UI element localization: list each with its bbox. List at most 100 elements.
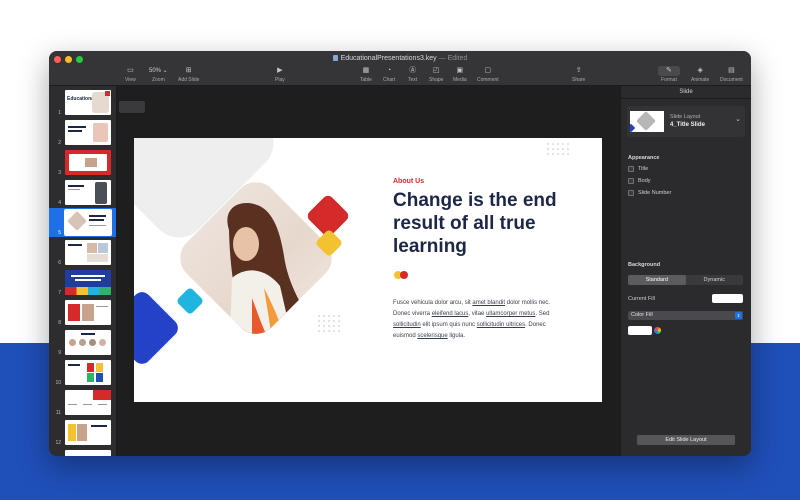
slide-preview [65,120,111,145]
body-checkbox[interactable]: Body [628,178,651,184]
layout-label: Slide Layout [670,114,701,120]
text-button[interactable]: Ⓐ Text [408,66,417,83]
media-label: Media [453,77,467,83]
share-button[interactable]: ⇪ Share [572,66,585,83]
title-checkbox[interactable]: Title [628,166,648,172]
document-button[interactable]: ▤ Document [720,66,743,83]
thumb-line [75,279,101,281]
slide-preview [65,150,111,175]
slide-thumbnail[interactable]: 8 [49,298,116,327]
slide-thumbnail[interactable]: 10 [49,358,116,387]
background-mode-segmented[interactable]: Standard Dynamic [628,275,743,285]
animate-icon: ◈ [697,67,703,74]
slide-number-checkbox[interactable]: Slide Number [628,190,671,196]
slide-thumbnail[interactable]: 7 [49,268,116,297]
slide-thumbnail[interactable]: 2 [49,118,116,147]
chart-button[interactable]: ◔ Chart [383,66,395,83]
shape-button[interactable]: ◰ Shape [429,66,443,83]
current-fill-swatch[interactable] [712,294,743,303]
paintbrush-icon: ✎ [658,66,680,76]
table-label: Table [360,77,372,83]
slide-thumbnail[interactable]: 1 Educational [49,88,116,117]
add-slide-icon: ⊞ [185,67,192,74]
current-slide[interactable]: About Us Change is the end result of all… [134,138,602,402]
slide-preview [65,270,111,295]
thumb-block [68,304,80,321]
comment-icon: ▢ [484,67,492,74]
body-run-underlined: scelerisque [417,333,448,339]
thumb-line [68,185,84,187]
body-run-underlined: amet blandit [472,300,506,306]
fill-type-value: Color Fill [631,312,653,318]
dot-grid-bottom [318,315,340,332]
thumb-line [68,130,82,132]
chart-label: Chart [383,77,396,83]
thumb-block [87,363,94,372]
segment-standard[interactable]: Standard [628,275,686,285]
slide-preview [65,300,111,325]
format-button[interactable]: ✎ Format [658,66,680,83]
eyebrow-label[interactable]: About Us [393,178,424,185]
media-button[interactable]: ▣ Media [453,66,467,83]
thumb-block [96,363,103,372]
color-wheel-icon[interactable] [654,327,661,334]
thumb-line [89,225,106,226]
slide-canvas[interactable]: About Us Change is the end result of all… [117,86,620,456]
add-slide-button[interactable]: ⊞ Add Slide [178,66,199,83]
inspector-tab-slide[interactable]: Slide [621,86,751,99]
play-label: Play [275,77,285,83]
body-run: elit ipsum quis nunc [420,322,477,328]
slide-headline[interactable]: Change is the end result of all true lea… [393,189,593,258]
thumb-block [87,373,94,382]
fill-type-select[interactable]: Color Fill ⇕ [628,311,743,320]
slide-thumbnail-selected[interactable]: 5 [49,208,116,237]
layout-value: 4_Title Slide [670,122,705,128]
document-settings-icon: ▤ [728,67,735,74]
thumb-block [68,424,76,441]
slide-thumbnail[interactable]: 12 [49,418,116,447]
animate-label: Animate [691,77,710,83]
comment-button[interactable]: ▢ Comment [477,66,499,83]
animate-button[interactable]: ◈ Animate [691,66,709,83]
play-icon: ▶ [277,67,283,74]
slide-number: 11 [55,410,61,416]
thumb-avatar [79,339,86,346]
view-button[interactable]: ▭ View [125,66,136,83]
slide-number: 10 [55,380,61,386]
format-label: Format [661,77,677,83]
checkbox-box[interactable] [628,166,634,172]
zoom-button[interactable]: 50% ⌄ Zoom [149,66,168,83]
dot-grid-top [547,143,569,155]
slide-thumbnail[interactable]: 4 [49,178,116,207]
body-checkbox-label: Body [638,178,651,184]
segment-dynamic[interactable]: Dynamic [686,275,744,285]
checkbox-box[interactable] [628,190,634,196]
slide-thumbnail[interactable]: 9 [49,328,116,357]
slide-preview [65,180,111,205]
slide-layout-picker[interactable]: Slide Layout 4_Title Slide ⌄ [627,106,745,137]
slide-body-text[interactable]: Fusce vehicula dolor arcu, sit amet blan… [393,298,561,342]
thumb-photo [67,211,87,231]
edit-slide-layout-button[interactable]: Edit Slide Layout [637,435,735,445]
thumb-line [81,333,95,335]
slide-thumbnail[interactable]: 11 [49,388,116,417]
thumb-line [96,306,108,307]
slide-thumbnail[interactable] [49,448,116,456]
shape-icon: ◰ [432,67,440,74]
body-run-underlined: eleifend lacus [431,311,469,317]
slide-thumbnail[interactable]: 6 [49,238,116,267]
slide-navigator[interactable]: 1 Educational 2 3 4 5 6 7 8 9 10 11 12 [49,86,117,456]
slide-number: 1 [58,110,61,116]
color-well[interactable] [628,326,652,335]
slide-number: 3 [58,170,61,176]
table-button[interactable]: ▦ Table [360,66,372,83]
slide-preview [65,360,111,385]
thumb-line [68,189,80,190]
slide-number: 7 [58,290,61,296]
slide-thumbnail[interactable]: 3 [49,148,116,177]
checkbox-box[interactable] [628,178,634,184]
play-button[interactable]: ▶ Play [275,66,285,83]
thumb-avatar [69,339,76,346]
body-run: , vitae [468,311,487,317]
slide-preview [65,330,111,355]
